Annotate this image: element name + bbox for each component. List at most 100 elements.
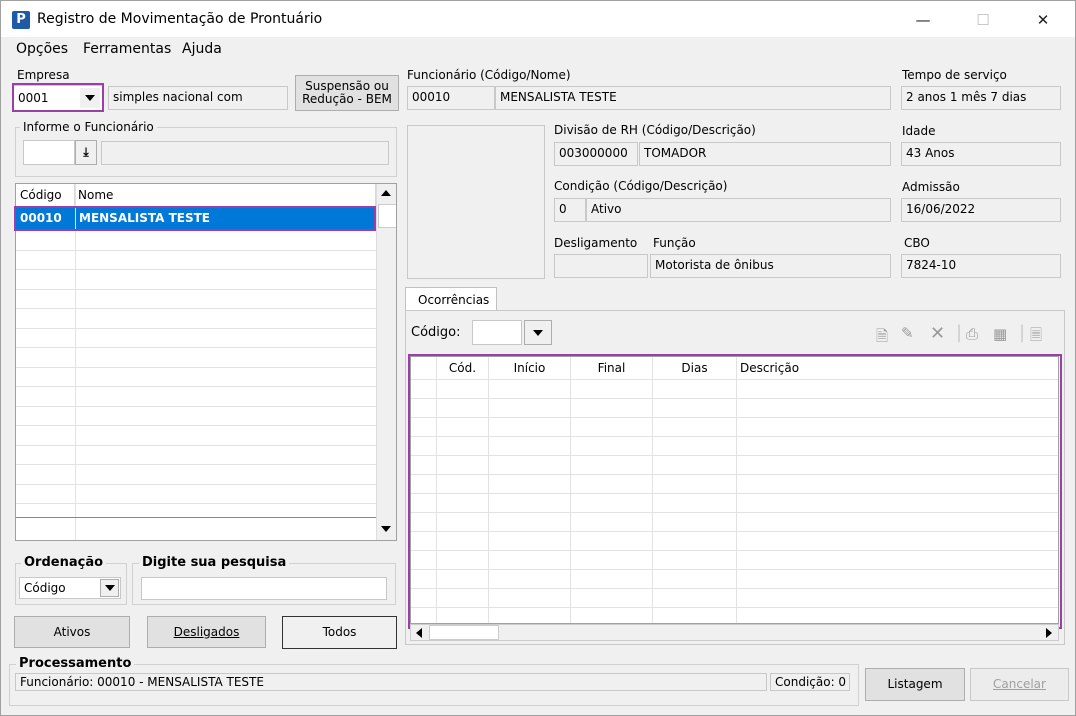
suspensao-label-2: Redução - BEM [302, 92, 392, 106]
empresa-highlight [12, 83, 104, 112]
column-header-codigo[interactable]: Código [16, 184, 75, 206]
delete-x-icon[interactable]: ✕ [930, 323, 945, 344]
condicao-label: Condição (Código/Descrição) [554, 179, 728, 193]
suspensao-button[interactable]: Suspensão ou Redução - BEM [295, 75, 399, 111]
processamento-label: Processamento [16, 656, 135, 671]
idade-field: 43 Anos [901, 142, 1061, 166]
grid-line [75, 184, 76, 540]
employee-photo [407, 125, 545, 279]
menu-ferramentas[interactable]: Ferramentas [83, 41, 171, 57]
todos-label: Todos [322, 625, 357, 639]
empresa-name-field: simples nacional com [108, 86, 288, 110]
todos-button[interactable]: Todos [282, 616, 397, 649]
divisao-code: 003000000 [559, 146, 628, 160]
new-document-icon[interactable]: 🗎 [876, 326, 888, 351]
menu-ajuda[interactable]: Ajuda [182, 41, 222, 57]
close-button[interactable]: ✕ [1020, 7, 1066, 33]
grid-line [16, 517, 376, 518]
funcionario-code: 00010 [412, 90, 451, 104]
funcionario-name: MENSALISTA TESTE [500, 90, 617, 104]
funcao-value: Motorista de ônibus [655, 258, 774, 272]
separator: | [1019, 322, 1026, 343]
grid-line [16, 444, 376, 446]
chevron-down-icon[interactable] [100, 579, 119, 597]
ordenacao-value: Código [24, 581, 66, 595]
ocorrencias-h-scrollbar[interactable] [410, 624, 1059, 641]
cbo-field: 7824-10 [901, 254, 1061, 278]
grid-line [16, 269, 376, 270]
grid-line [16, 347, 376, 348]
export-icon[interactable]: ▦ [993, 325, 1007, 343]
report-icon[interactable]: 🗏 [1030, 325, 1042, 350]
column-header-nome[interactable]: Nome [76, 184, 376, 206]
scroll-thumb[interactable] [378, 204, 396, 228]
employee-list[interactable]: Código Nome 00010 MENSALISTA TESTE [15, 183, 397, 541]
tab-ocorrencias[interactable]: Ocorrências [405, 287, 497, 311]
grid-line [16, 405, 376, 407]
h-scroll-thumb[interactable] [429, 625, 499, 640]
grid-line [16, 308, 376, 309]
idade-value: 43 Anos [906, 146, 955, 160]
edit-pencil-icon[interactable]: ✎ [901, 324, 914, 342]
admissao-field: 16/06/2022 [901, 198, 1061, 222]
scroll-up-icon[interactable] [381, 190, 391, 196]
scroll-right-icon[interactable] [1046, 628, 1052, 638]
grid-line [16, 327, 376, 329]
funcionario-code-field: 00010 [407, 86, 495, 110]
admissao-label: Admissão [902, 180, 960, 194]
condicao-desc: Ativo [591, 202, 622, 216]
grid-line [16, 464, 376, 465]
selected-row-highlight [14, 206, 376, 231]
informe-input[interactable] [23, 140, 75, 165]
scroll-down-icon[interactable] [381, 526, 391, 532]
tempo-servico-label: Tempo de serviço [902, 68, 1007, 82]
processamento-condicao-text: Condição: 0 [775, 675, 847, 689]
print-icon[interactable]: ⎙ [966, 325, 978, 343]
grid-line [16, 503, 376, 504]
grid-line [16, 366, 376, 368]
search-input[interactable] [141, 577, 387, 600]
ativos-button[interactable]: Ativos [14, 616, 130, 648]
scroll-left-icon[interactable] [416, 628, 422, 638]
processamento-condicao: Condição: 0 [770, 673, 850, 691]
divisao-desc: TOMADOR [644, 146, 707, 160]
grid-line [16, 249, 376, 251]
desligamento-field [554, 254, 648, 278]
app-logo-icon: P [12, 11, 30, 29]
divisao-code-field: 003000000 [554, 142, 638, 166]
desligados-label: Desligados [173, 624, 240, 639]
cbo-label: CBO [904, 236, 930, 250]
informe-name-field [101, 141, 389, 165]
grid-line [16, 288, 376, 290]
empresa-label: Empresa [17, 68, 70, 82]
employee-list-scrollbar[interactable] [376, 184, 396, 540]
funcionario-label: Funcionário (Código/Nome) [407, 68, 571, 82]
condicao-desc-field: Ativo [586, 198, 891, 222]
cancelar-label: Cancelar [993, 677, 1046, 691]
tempo-servico-field: 2 anos 1 mês 7 dias [901, 86, 1061, 110]
cancelar-button[interactable]: Cancelar [970, 668, 1069, 701]
admissao-value: 16/06/2022 [906, 202, 976, 216]
ordenacao-label: Ordenação [21, 555, 107, 570]
divisao-desc-field: TOMADOR [639, 142, 891, 166]
desligados-button[interactable]: Desligados [147, 616, 266, 648]
condicao-code-field: 0 [554, 198, 586, 222]
maximize-button[interactable]: ☐ [960, 7, 1006, 33]
informe-label: Informe o Funcionário [20, 120, 157, 134]
listagem-label: Listagem [887, 677, 943, 691]
listagem-button[interactable]: Listagem [865, 668, 965, 701]
empresa-name: simples nacional com [113, 90, 243, 104]
tab-ocorrencias-label: Ocorrências [418, 293, 490, 307]
separator: | [956, 322, 963, 343]
processamento-status: Funcionário: 00010 - MENSALISTA TESTE [15, 673, 767, 691]
download-arrow-icon[interactable]: ⤓ [75, 140, 97, 165]
menu-opcoes[interactable]: Opções [16, 41, 68, 57]
funcionario-name-field: MENSALISTA TESTE [495, 86, 891, 110]
ocorrencias-highlight [408, 354, 1062, 629]
chevron-down-icon[interactable] [524, 320, 552, 345]
tempo-servico-value: 2 anos 1 mês 7 dias [906, 90, 1027, 104]
ocorrencias-codigo-input[interactable] [472, 320, 522, 345]
menu-bar: Opções Ferramentas Ajuda [1, 38, 1075, 60]
minimize-button[interactable]: — [900, 7, 946, 33]
cbo-value: 7824-10 [906, 258, 957, 272]
